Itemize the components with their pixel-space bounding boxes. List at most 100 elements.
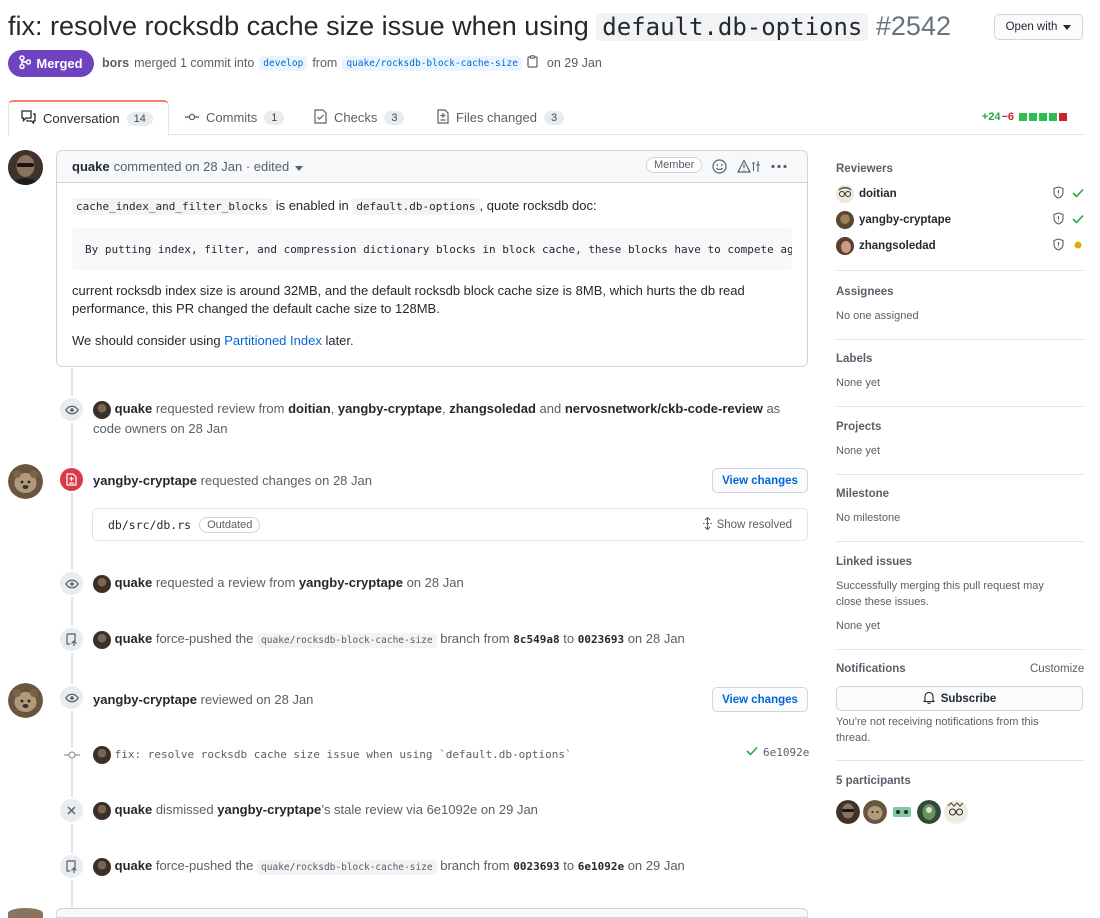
labels-heading[interactable]: Labels xyxy=(836,353,1084,365)
commit-sha-link[interactable]: 6e1092e xyxy=(578,860,624,873)
avatar[interactable] xyxy=(93,400,111,419)
branch-name[interactable]: quake/rocksdb-block-cache-size xyxy=(257,860,437,875)
eye-icon xyxy=(58,684,85,711)
report-icon[interactable] xyxy=(737,159,761,177)
avatar[interactable] xyxy=(836,800,860,824)
reviewer-status xyxy=(1053,238,1084,254)
open-with-button[interactable]: Open with xyxy=(994,14,1083,40)
reviewer-name[interactable]: yangby-cryptape xyxy=(859,214,951,226)
user-link[interactable]: yangby-cryptape xyxy=(93,473,197,488)
reviewer-name[interactable]: doitian xyxy=(859,188,897,200)
user-link[interactable]: yangby-cryptape xyxy=(93,692,197,707)
avatar[interactable] xyxy=(890,800,914,824)
comment-meta[interactable]: commented on 28 Jan · edited xyxy=(114,159,290,174)
caret-down-icon[interactable] xyxy=(295,159,304,174)
avatar[interactable] xyxy=(93,745,111,764)
tab-counter: 3 xyxy=(384,110,405,125)
reviewers-heading[interactable]: Reviewers xyxy=(836,163,1084,175)
text: requested review from xyxy=(155,401,285,416)
user-link[interactable]: yangby-cryptape xyxy=(299,575,403,590)
customize-link[interactable]: Customize xyxy=(1030,663,1084,675)
merge-date: on 29 Jan xyxy=(546,56,602,70)
labels-value: None yet xyxy=(836,377,881,389)
view-changes-button[interactable]: View changes xyxy=(712,687,808,712)
show-resolved-button[interactable]: Show resolved xyxy=(702,516,792,533)
user-link[interactable]: quake xyxy=(115,802,153,817)
avatar[interactable] xyxy=(836,237,854,255)
avatar[interactable] xyxy=(836,211,854,229)
text: on 28 Jan xyxy=(406,575,464,590)
text: on 29 Jan xyxy=(627,858,685,873)
reviewer-row: doitian xyxy=(836,185,1084,203)
code-block[interactable]: By putting index, filter, and compressio… xyxy=(72,228,792,270)
user-link[interactable]: quake xyxy=(115,858,153,873)
team-link[interactable]: nervosnetwork/ckb-code-review xyxy=(565,401,763,416)
tab-label: Commits xyxy=(206,110,258,125)
linked-issues-heading: Linked issues xyxy=(836,556,913,568)
merge-summary: bors merged 1 commit into develop from q… xyxy=(102,55,602,71)
file-diff-icon xyxy=(437,108,449,127)
user-link[interactable]: doitian xyxy=(288,401,331,416)
outdated-badge: Outdated xyxy=(199,516,261,533)
reviewer-name[interactable]: zhangsoledad xyxy=(859,240,936,252)
assignees-heading[interactable]: Assignees xyxy=(836,286,1084,298)
file-path[interactable]: db/src/db.rs xyxy=(108,518,191,532)
user-link[interactable]: quake xyxy=(115,631,153,646)
avatar[interactable] xyxy=(8,908,43,918)
avatar[interactable] xyxy=(917,800,941,824)
commit-sha-link[interactable]: 0023693 xyxy=(513,860,559,873)
check-icon xyxy=(1072,214,1084,227)
comment-author[interactable]: quake xyxy=(72,159,110,174)
commit-message-link[interactable]: fix: resolve rocksdb cache size issue wh… xyxy=(115,748,572,761)
avatar[interactable] xyxy=(93,801,111,820)
kebab-horizontal-icon[interactable] xyxy=(771,159,787,177)
check-icon[interactable] xyxy=(746,746,758,759)
avatar[interactable] xyxy=(8,464,43,499)
user-link[interactable]: yangby-cryptape xyxy=(217,802,321,817)
pending-dot-icon xyxy=(1072,240,1084,253)
avatar[interactable] xyxy=(93,857,111,876)
user-link[interactable]: quake xyxy=(115,575,153,590)
view-changes-button[interactable]: View changes xyxy=(712,468,808,493)
avatar[interactable] xyxy=(93,630,111,649)
user-link[interactable]: yangby-cryptape xyxy=(338,401,442,416)
avatar[interactable] xyxy=(863,800,887,824)
sidebar-divider xyxy=(836,474,1084,475)
avatar[interactable] xyxy=(836,185,854,203)
dismissed-event: quake dismissed yangby-cryptape’s stale … xyxy=(93,800,538,820)
tab-commits[interactable]: Commits 1 xyxy=(173,100,296,135)
commit-sha-link[interactable]: 8c549a8 xyxy=(513,633,559,646)
head-branch[interactable]: quake/rocksdb-block-cache-size xyxy=(342,55,522,71)
tab-counter: 14 xyxy=(126,111,153,126)
checklist-icon xyxy=(314,108,327,127)
merge-user-link[interactable]: bors xyxy=(102,56,129,70)
text: on 29 Jan xyxy=(480,802,538,817)
copy-icon[interactable] xyxy=(527,55,538,71)
pr-title-code: default.db-options xyxy=(596,13,869,41)
merge-text: merged 1 commit into xyxy=(134,56,255,70)
text: branch from xyxy=(440,858,510,873)
tab-conversation[interactable]: Conversation 14 xyxy=(8,100,169,136)
projects-heading[interactable]: Projects xyxy=(836,421,1084,433)
tab-checks[interactable]: Checks 3 xyxy=(302,100,416,135)
tab-files-changed[interactable]: Files changed 3 xyxy=(425,100,576,135)
branch-name[interactable]: quake/rocksdb-block-cache-size xyxy=(257,633,437,648)
milestone-heading[interactable]: Milestone xyxy=(836,488,1084,500)
avatar[interactable] xyxy=(8,683,43,718)
commit-sha-link[interactable]: 0023693 xyxy=(578,633,624,646)
shield-icon xyxy=(1053,238,1064,254)
smiley-icon[interactable] xyxy=(712,159,727,177)
user-link[interactable]: zhangsoledad xyxy=(449,401,536,416)
user-link[interactable]: quake xyxy=(115,401,153,416)
avatar[interactable] xyxy=(944,800,968,824)
avatar[interactable] xyxy=(93,574,111,593)
avatar[interactable] xyxy=(8,150,43,185)
subscribe-button[interactable]: Subscribe xyxy=(836,686,1083,711)
base-branch[interactable]: develop xyxy=(259,55,308,71)
milestone-value: No milestone xyxy=(836,512,901,524)
commit-sha-link[interactable]: 6e1092e xyxy=(427,802,478,817)
repo-push-icon xyxy=(58,853,85,880)
commit-sha-link[interactable]: 6e1092e xyxy=(763,746,809,759)
partitioned-index-link[interactable]: Partitioned Index xyxy=(224,333,322,348)
diffstat-square xyxy=(1059,113,1067,121)
